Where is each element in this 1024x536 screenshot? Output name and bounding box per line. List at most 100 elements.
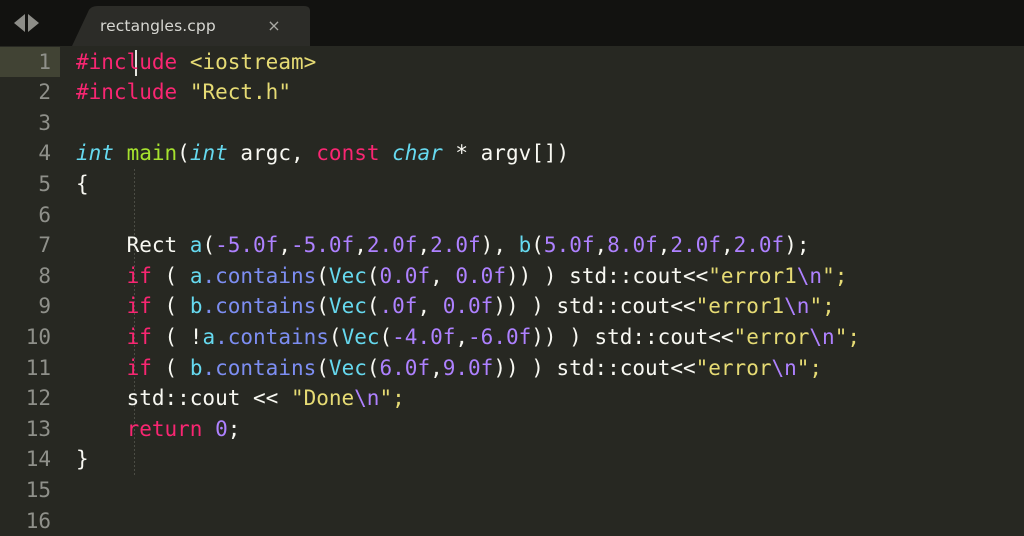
code-line[interactable]: int main(int argc, const char * argv[]) bbox=[60, 138, 1024, 169]
line-number: 15 bbox=[25, 477, 51, 502]
token-number: 2.0f bbox=[366, 233, 418, 258]
token-plain: , bbox=[278, 233, 291, 258]
token-string: "; bbox=[834, 324, 860, 349]
token-string: "error bbox=[733, 324, 810, 349]
code-line[interactable]: std::cout << "Done\n"; bbox=[60, 383, 1024, 414]
token-number: 0 bbox=[215, 416, 228, 441]
token-escape: \n bbox=[354, 386, 380, 411]
token-variable: b bbox=[189, 294, 203, 319]
token-number: 8.0f bbox=[607, 233, 658, 258]
code-line[interactable]: { bbox=[60, 169, 1024, 200]
token-plain: } bbox=[76, 447, 89, 472]
token-plain: Rect bbox=[76, 233, 190, 258]
token-variable: b bbox=[189, 355, 203, 380]
token-plain: ( bbox=[366, 263, 380, 288]
token-plain: ), bbox=[480, 233, 519, 258]
code-line-text: if ( b.contains(Vec(.0f, 0.0f)) ) std::c… bbox=[76, 291, 835, 322]
token-string: <iostream> bbox=[189, 49, 317, 74]
token-preprocessor: #include bbox=[76, 49, 178, 74]
token-plain: ( bbox=[366, 294, 380, 319]
code-line[interactable]: if ( b.contains(Vec(6.0f,9.0f)) ) std::c… bbox=[60, 353, 1024, 384]
token-plain: ( bbox=[177, 141, 190, 166]
code-line[interactable]: Rect a(-5.0f,-5.0f,2.0f,2.0f), b(5.0f,8.… bbox=[60, 230, 1024, 261]
code-line[interactable] bbox=[60, 108, 1024, 139]
token-number: -5.0f bbox=[215, 233, 279, 258]
token-variable: a bbox=[202, 324, 216, 349]
code-line[interactable] bbox=[60, 506, 1024, 536]
token-number: 0.0f bbox=[379, 263, 431, 288]
arrow-right-icon[interactable] bbox=[28, 14, 39, 32]
token-string: "Done bbox=[290, 386, 355, 411]
close-icon[interactable]: × bbox=[264, 16, 284, 36]
token-variable: Vec bbox=[328, 355, 367, 380]
code-line-text: if ( b.contains(Vec(6.0f,9.0f)) ) std::c… bbox=[76, 353, 823, 384]
token-plain: , bbox=[657, 233, 671, 258]
code-line[interactable]: #include "Rect.h" bbox=[60, 77, 1024, 108]
code-editor[interactable]: 1 2 3 4 5 6 7 8 9 10 11 12 13 14 15 16 #include <iostre… bbox=[0, 46, 1024, 536]
token-plain: * argv[]) bbox=[442, 141, 570, 166]
code-line[interactable]: } bbox=[60, 444, 1024, 475]
line-number: 2 bbox=[38, 80, 51, 105]
line-number: 5 bbox=[38, 171, 51, 196]
code-line-text: if ( !a.contains(Vec(-4.0f,-6.0f)) ) std… bbox=[76, 322, 860, 353]
token-string: "error1 bbox=[708, 263, 797, 288]
code-line-text: } bbox=[76, 444, 89, 475]
code-line[interactable] bbox=[60, 200, 1024, 231]
token-escape: \n bbox=[796, 263, 823, 288]
line-number: 11 bbox=[25, 355, 51, 380]
code-line[interactable]: if ( a.contains(Vec(0.0f, 0.0f)) ) std::… bbox=[60, 261, 1024, 292]
token-string: "; bbox=[379, 386, 405, 411]
token-number: 2.0f bbox=[733, 233, 785, 258]
line-number: 10 bbox=[25, 324, 51, 349]
token-plain: ); bbox=[784, 233, 810, 258]
code-line[interactable]: #include <iostream> bbox=[60, 47, 1024, 78]
token-variable: a bbox=[189, 263, 203, 288]
token-plain: ( bbox=[379, 324, 393, 349]
token-escape: \n bbox=[784, 294, 810, 319]
line-number: 13 bbox=[25, 416, 51, 441]
code-line-text: #include <iostream> bbox=[76, 47, 316, 78]
token-plain: , bbox=[594, 233, 608, 258]
line-number: 9 bbox=[38, 294, 51, 319]
code-line-text: std::cout << "Done\n"; bbox=[76, 383, 405, 414]
token-number: -6.0f bbox=[468, 324, 532, 349]
token-plain: , bbox=[354, 233, 367, 258]
token-member: .contains bbox=[202, 355, 317, 380]
token-keyword: if bbox=[126, 263, 152, 288]
token-member: .contains bbox=[215, 324, 329, 349]
tab-rectangles-cpp[interactable]: rectangles.cpp × bbox=[72, 6, 312, 46]
token-escape: \n bbox=[809, 324, 835, 349]
code-line[interactable]: if ( !a.contains(Vec(-4.0f,-6.0f)) ) std… bbox=[60, 322, 1024, 353]
token-plain: , bbox=[417, 233, 431, 258]
token-number: 9.0f bbox=[442, 355, 494, 380]
token-number: -4.0f bbox=[392, 324, 456, 349]
token-plain: , bbox=[430, 355, 443, 380]
token-plain: ; bbox=[227, 416, 241, 441]
token-plain: ( bbox=[316, 294, 329, 319]
token-plain: ( bbox=[316, 355, 329, 380]
token-plain: )) ) std::cout<< bbox=[531, 324, 734, 349]
token-keyword: return bbox=[126, 416, 203, 441]
code-area[interactable]: #include <iostream> #include "Rect.h" int … bbox=[60, 46, 1024, 536]
code-line[interactable]: if ( b.contains(Vec(.0f, 0.0f)) ) std::c… bbox=[60, 291, 1024, 322]
token-variable: Vec bbox=[328, 294, 367, 319]
code-line[interactable]: return 0; bbox=[60, 414, 1024, 445]
token-plain: , bbox=[720, 233, 734, 258]
line-number: 12 bbox=[25, 386, 51, 411]
arrow-left-icon[interactable] bbox=[14, 14, 25, 32]
token-keyword: if bbox=[126, 355, 152, 380]
code-line[interactable] bbox=[60, 475, 1024, 506]
token-string: "Rect.h" bbox=[189, 80, 291, 105]
code-line-text: return 0; bbox=[76, 414, 241, 445]
token-plain: )) ) std::cout<< bbox=[493, 355, 696, 380]
token-plain: argc, bbox=[227, 141, 317, 166]
token-plain: ( bbox=[366, 355, 380, 380]
token-escape: \n bbox=[771, 355, 797, 380]
tab-label: rectangles.cpp bbox=[100, 17, 216, 35]
